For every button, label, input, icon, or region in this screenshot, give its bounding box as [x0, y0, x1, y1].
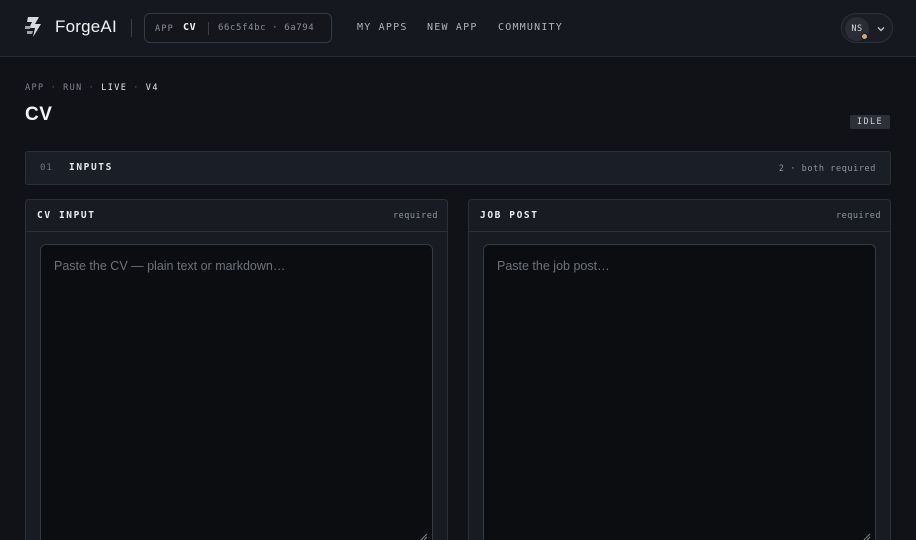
section-number: 01 — [40, 163, 53, 173]
panel-header: CV INPUT required — [26, 200, 447, 232]
resize-grip-icon[interactable] — [420, 533, 428, 540]
breadcrumb-separator: · — [50, 83, 58, 93]
section-title: INPUTS — [69, 162, 113, 173]
panel-label: JOB POST — [480, 210, 539, 221]
breadcrumb-item-app[interactable]: APP — [25, 83, 45, 93]
page-title: CV — [25, 104, 53, 125]
breadcrumb-item-run[interactable]: RUN — [63, 83, 83, 93]
nav-community[interactable]: COMMUNITY — [498, 22, 563, 33]
status-badge: IDLE — [850, 115, 890, 129]
app-version-hash: 66c5f4bc · 6a794 — [218, 23, 315, 33]
app-selector-pill[interactable]: APP CV 66c5f4bc · 6a794 — [144, 13, 332, 43]
breadcrumb-item-version: V4 — [145, 83, 159, 93]
required-tag: required — [393, 211, 438, 221]
cv-input-panel: CV INPUT required — [25, 199, 448, 540]
panel-header: JOB POST required — [469, 200, 890, 232]
inputs-section-header: 01 INPUTS 2 · both required — [25, 151, 891, 185]
panel-label: CV INPUT — [37, 210, 96, 221]
cv-input-textarea[interactable] — [40, 244, 433, 540]
status-dot — [861, 33, 868, 40]
breadcrumb-separator: · — [88, 83, 96, 93]
brand-name[interactable]: ForgeAI — [55, 17, 117, 37]
resize-grip-icon[interactable] — [863, 533, 871, 540]
required-tag: required — [836, 211, 881, 221]
app-name: CV — [183, 22, 197, 33]
brand-divider — [131, 19, 132, 37]
job-post-panel: JOB POST required — [468, 199, 891, 540]
section-meta: 2 · both required — [778, 164, 876, 174]
breadcrumb-item-live: LIVE — [101, 83, 128, 93]
app-key-label: APP — [155, 24, 174, 34]
nav-new-app[interactable]: NEW APP — [427, 22, 478, 33]
breadcrumb-separator: · — [133, 83, 140, 93]
top-navigation-bar: ForgeAI APP CV 66c5f4bc · 6a794 MY APPS … — [0, 0, 916, 57]
nav-my-apps[interactable]: MY APPS — [357, 22, 408, 33]
breadcrumb: APP · RUN · LIVE · V4 — [25, 83, 159, 93]
user-menu-button[interactable]: NS — [841, 13, 893, 43]
logo-icon[interactable] — [24, 16, 46, 38]
chevron-down-icon — [877, 27, 885, 32]
app-pill-divider — [208, 22, 209, 35]
job-post-textarea[interactable] — [483, 244, 876, 540]
